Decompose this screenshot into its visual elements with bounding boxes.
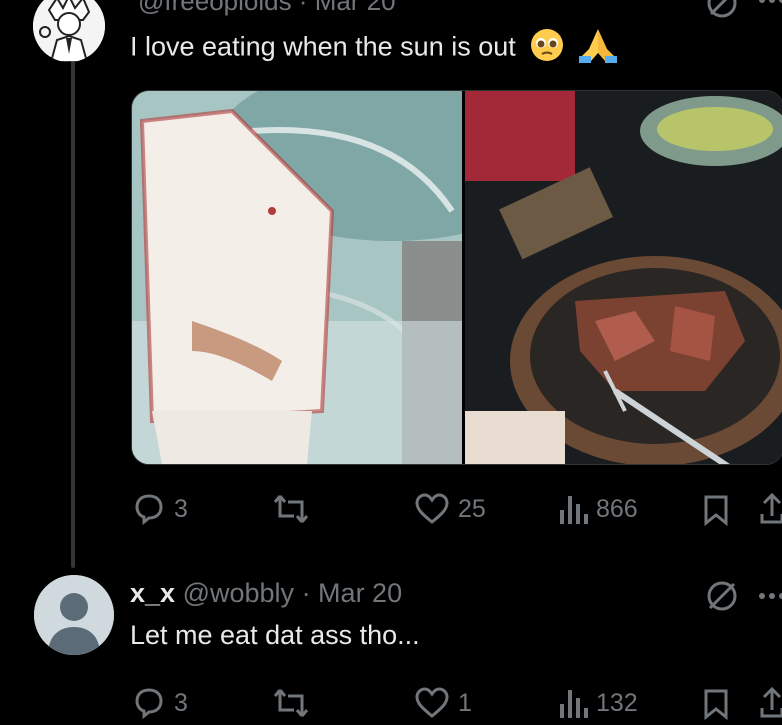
- tweet-text-content: I love eating when the sun is out: [130, 31, 516, 62]
- tweet-text: I love eating when the sun is out: [130, 27, 617, 70]
- handle[interactable]: @wobbly: [183, 578, 294, 608]
- thread-line: [71, 58, 75, 568]
- share-button[interactable]: [758, 492, 782, 531]
- like-count: 1: [458, 688, 472, 717]
- views-count: 866: [596, 494, 638, 523]
- repost-button[interactable]: [272, 492, 310, 526]
- share-button[interactable]: [758, 686, 782, 725]
- repost-button[interactable]: [272, 686, 310, 720]
- share-icon: [760, 492, 782, 524]
- bookmark-icon: [704, 495, 728, 527]
- more-options-icon[interactable]: [758, 0, 782, 13]
- default-profile-icon: [34, 575, 114, 655]
- repost-icon: [273, 689, 309, 717]
- reply-icon: [135, 688, 163, 720]
- like-button[interactable]: 1: [414, 686, 472, 720]
- grok-icon[interactable]: [704, 578, 740, 619]
- illustrated-avatar-icon: [33, 0, 105, 62]
- reply-count: 3: [174, 688, 188, 717]
- reply-button[interactable]: 3: [132, 686, 188, 720]
- reply-button[interactable]: 3: [132, 492, 188, 526]
- like-count: 25: [458, 494, 486, 523]
- bookmark-icon: [704, 689, 728, 721]
- views-icon: [560, 496, 588, 524]
- bookmark-button[interactable]: [702, 688, 730, 725]
- pleading-face-icon: [529, 27, 565, 70]
- bookmark-button[interactable]: [702, 494, 730, 531]
- like-button[interactable]: 25: [414, 492, 486, 526]
- photo-steak-dinner[interactable]: [465, 91, 782, 464]
- display-name[interactable]: x_x: [130, 578, 175, 608]
- default-avatar[interactable]: [34, 575, 114, 655]
- reply-text: Let me eat dat ass tho...: [130, 620, 420, 650]
- reply-count: 3: [174, 494, 188, 523]
- tweet-handle-date[interactable]: @freeoploids · Mar 20: [138, 0, 396, 17]
- more-options-icon[interactable]: [758, 588, 782, 609]
- grok-icon[interactable]: [705, 0, 739, 25]
- reply-icon: [135, 494, 163, 526]
- avatar[interactable]: [33, 0, 105, 62]
- views-count: 132: [596, 688, 638, 717]
- reply-header: x_x @wobbly · Mar 20: [130, 578, 402, 609]
- views-icon: [560, 690, 588, 718]
- folded-hands-icon: [578, 27, 617, 70]
- repost-icon: [273, 495, 309, 523]
- views-button[interactable]: 132: [558, 686, 638, 720]
- heart-icon: [415, 687, 449, 718]
- timestamp[interactable]: · Mar 20: [302, 578, 403, 608]
- tweet-media[interactable]: [131, 90, 782, 465]
- photo-person-in-elevator[interactable]: [132, 91, 572, 464]
- share-icon: [760, 686, 782, 718]
- heart-icon: [415, 493, 449, 524]
- views-button[interactable]: 866: [558, 492, 638, 526]
